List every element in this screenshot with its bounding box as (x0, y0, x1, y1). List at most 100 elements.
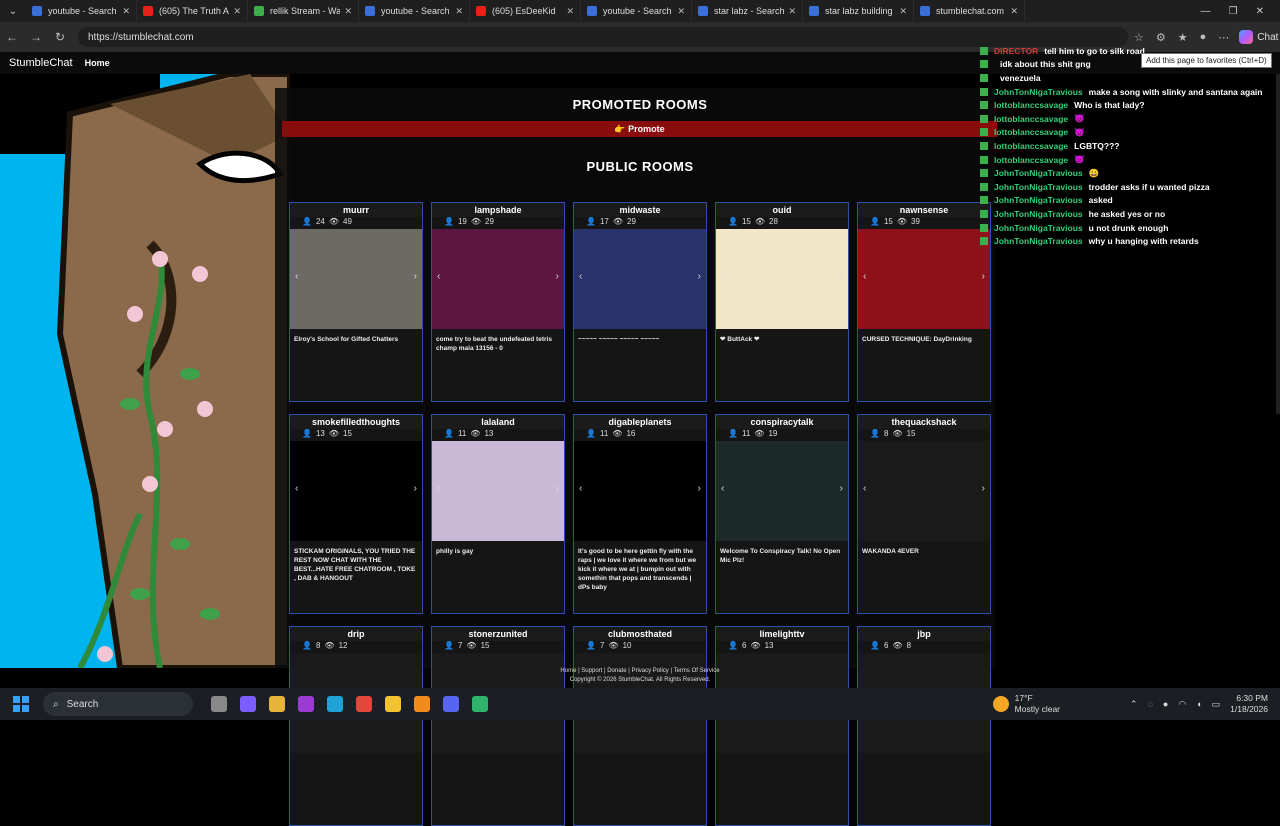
browser-tab[interactable]: star labz - Search ✕ (692, 0, 803, 22)
room-card[interactable]: smokefilledthoughts 👤 13 👁 15 ‹ › STICKAM ORIGI… (289, 414, 423, 614)
tab-close-icon[interactable]: ✕ (122, 6, 130, 17)
favorites-icon[interactable]: ★ (1178, 31, 1188, 44)
copilot-chat-button[interactable]: Chat (1239, 30, 1278, 44)
room-name[interactable]: digableplanets (574, 415, 706, 429)
room-card[interactable]: jbp👤6👁8‹› (857, 626, 991, 826)
tab-close-icon[interactable]: ✕ (233, 6, 241, 17)
next-arrow-icon[interactable]: › (556, 271, 559, 282)
room-card[interactable]: drip👤8👁12‹› (289, 626, 423, 826)
room-name[interactable]: lalaland (432, 415, 564, 429)
prev-arrow-icon[interactable]: ‹ (437, 271, 440, 282)
battery-icon[interactable]: ▭ (1212, 699, 1221, 710)
extensions-icon[interactable]: ⚙ (1156, 31, 1166, 44)
nav-home-link[interactable]: Home (85, 58, 110, 68)
chat-username[interactable]: lottoblanccsavage (994, 127, 1068, 137)
room-card[interactable]: ouid 👤 15 👁 28 ‹ › ❤ ButtAck ❤ (715, 202, 849, 402)
browser-tab[interactable]: rellik Stream - Watch✕ (248, 0, 359, 22)
room-name[interactable]: muurr (290, 203, 422, 217)
browser-tab[interactable]: (605) The Truth Abo ✕ (137, 0, 248, 22)
tab-close-icon[interactable]: ✕ (566, 6, 574, 17)
chat-username[interactable]: JohnTonNigaTravious (994, 182, 1083, 192)
chat-username[interactable]: lottoblanccsavage (994, 141, 1068, 151)
room-card[interactable]: muurr 👤 24 👁 49 ‹ › Elroy's School for Gifted C… (289, 202, 423, 402)
room-name[interactable]: stonerzunited (432, 627, 564, 641)
room-card[interactable]: conspiracytalk 👤 11 👁 19 ‹ › Welcome To Conspir… (715, 414, 849, 614)
site-brand[interactable]: StumbleChat (0, 57, 73, 69)
store-icon[interactable] (269, 696, 285, 712)
next-arrow-icon[interactable]: › (840, 271, 843, 282)
room-name[interactable]: jbp (858, 627, 990, 641)
room-name[interactable]: drip (290, 627, 422, 641)
taskbar-search[interactable]: ⌕ Search (43, 692, 193, 716)
prev-arrow-icon[interactable]: ‹ (863, 483, 866, 494)
start-icon[interactable] (13, 696, 29, 712)
clock[interactable]: 6:30 PM 1/18/2026 (1230, 693, 1268, 715)
back-icon[interactable]: ← (0, 30, 24, 44)
chat-username[interactable]: lottoblanccsavage (994, 114, 1068, 124)
tab-close-icon[interactable]: ✕ (788, 6, 796, 17)
room-card[interactable]: stonerzunited👤7👁15‹› (431, 626, 565, 826)
profile-icon[interactable]: ● (1200, 31, 1207, 44)
forward-icon[interactable]: → (24, 30, 48, 44)
chat-username[interactable]: lottoblanccsavage (994, 155, 1068, 165)
room-thumbnail[interactable]: ‹› (716, 229, 848, 329)
promote-button[interactable]: 👉 Promote (282, 121, 997, 137)
brave-icon[interactable] (356, 696, 372, 712)
minimize-icon[interactable]: — (1201, 6, 1211, 17)
prev-arrow-icon[interactable]: ‹ (579, 483, 582, 494)
close-icon[interactable]: ✕ (1256, 6, 1264, 17)
room-thumbnail[interactable]: ‹› (432, 441, 564, 541)
prev-arrow-icon[interactable]: ‹ (295, 271, 298, 282)
vlc-icon[interactable] (414, 696, 430, 712)
chat-username[interactable]: JohnTonNigaTravious (994, 168, 1083, 178)
edge-icon[interactable] (327, 696, 343, 712)
microphone-icon[interactable]: ● (1163, 699, 1168, 709)
chat-username[interactable]: lottoblanccsavage (994, 100, 1068, 110)
room-card[interactable]: midwaste 👤 17 👁 29 ‹ › ~~~~~ ~~~~~ ~~~~~ ~~~~~ (573, 202, 707, 402)
room-card[interactable]: lampshade 👤 19 👁 29 ‹ › come try to beat the un… (431, 202, 565, 402)
chat-username[interactable]: JohnTonNigaTravious (994, 195, 1083, 205)
prev-arrow-icon[interactable]: ‹ (863, 271, 866, 282)
prev-arrow-icon[interactable]: ‹ (437, 483, 440, 494)
next-arrow-icon[interactable]: › (414, 271, 417, 282)
room-thumbnail[interactable]: ‹› (574, 441, 706, 541)
browser-tab[interactable]: (605) EsDeeKid ✕ (470, 0, 581, 22)
room-card[interactable]: lalaland 👤 11 👁 13 ‹ › philly is gay (431, 414, 565, 614)
weather-widget[interactable]: 17°F Mostly clear (992, 693, 1060, 715)
browser-tab[interactable]: youtube - Search ✕ (26, 0, 137, 22)
tab-close-icon[interactable]: ✕ (455, 6, 463, 17)
room-name[interactable]: smokefilledthoughts (290, 415, 422, 429)
volume-icon[interactable]: ◖ (1196, 699, 1201, 709)
tab-close-icon[interactable]: ✕ (1010, 6, 1018, 17)
room-name[interactable]: thequackshack (858, 415, 990, 429)
prev-arrow-icon[interactable]: ‹ (721, 483, 724, 494)
next-arrow-icon[interactable]: › (982, 271, 985, 282)
room-card[interactable]: thequackshack 👤 8 👁 15 ‹ › WAKANDA 4EVER (857, 414, 991, 614)
browser-tab[interactable]: star labz building - S ✕ (803, 0, 914, 22)
next-arrow-icon[interactable]: › (982, 483, 985, 494)
room-name[interactable]: conspiracytalk (716, 415, 848, 429)
chat-username[interactable]: JohnTonNigaTravious (994, 87, 1083, 97)
room-card[interactable]: limelighttv👤6👁13‹› (715, 626, 849, 826)
chat-username[interactable]: JohnTonNigaTravious (994, 209, 1083, 219)
chat-username[interactable]: DIRECTOR (994, 46, 1038, 56)
page-scrollbar[interactable] (1276, 74, 1280, 414)
browser-tab[interactable]: youtube - Search ✕ (581, 0, 692, 22)
prev-arrow-icon[interactable]: ‹ (721, 271, 724, 282)
wifi-icon[interactable]: ◠ (1178, 699, 1186, 710)
prev-arrow-icon[interactable]: ‹ (579, 271, 582, 282)
network-icon[interactable]: ◌ (1148, 699, 1153, 709)
room-card[interactable]: nawnsense 👤 15 👁 39 ‹ › CURSED TECHNIQUE: DayDr… (857, 202, 991, 402)
room-card[interactable]: digableplanets 👤 11 👁 16 ‹ › It's good to be he… (573, 414, 707, 614)
room-thumbnail[interactable]: ‹› (290, 441, 422, 541)
next-arrow-icon[interactable]: › (698, 483, 701, 494)
room-thumbnail[interactable]: ‹› (432, 229, 564, 329)
room-name[interactable]: midwaste (574, 203, 706, 217)
file-explorer-icon[interactable] (385, 696, 401, 712)
url-input[interactable]: https://stumblechat.com (78, 27, 1128, 47)
show-hidden-icons-icon[interactable]: ⌃ (1130, 699, 1138, 710)
copilot-icon[interactable] (240, 696, 256, 712)
discord-icon[interactable] (443, 696, 459, 712)
room-thumbnail[interactable]: ‹› (290, 229, 422, 329)
more-icon[interactable]: ⋯ (1218, 31, 1229, 44)
